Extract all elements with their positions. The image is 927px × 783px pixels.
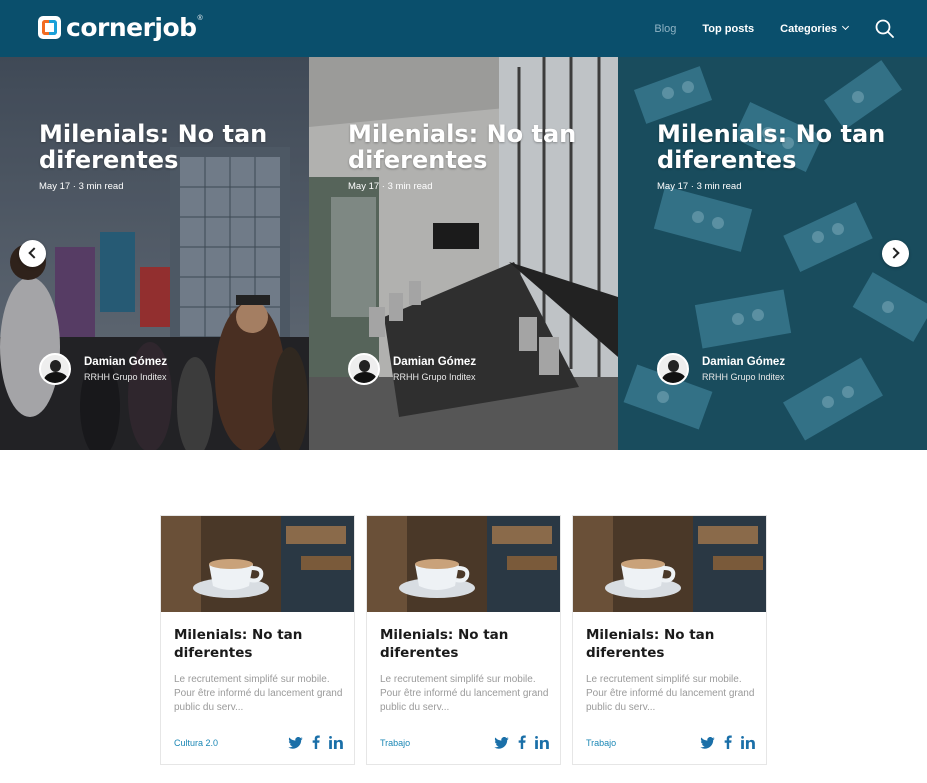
- post-card[interactable]: Milenials: No tan diferentes Le recrutem…: [160, 515, 355, 765]
- cornerjob-logo[interactable]: cornerjob ®: [38, 15, 203, 40]
- chevron-left-icon: [28, 247, 40, 259]
- nav-top-posts[interactable]: Top posts: [702, 23, 754, 35]
- card-excerpt: Le recrutement simplifé sur mobile. Pour…: [586, 674, 755, 713]
- card-category-link[interactable]: Trabajo: [380, 738, 410, 748]
- share-buttons: [691, 735, 755, 754]
- twitter-icon[interactable]: [288, 736, 303, 754]
- logo-trademark: ®: [197, 15, 203, 22]
- card-category-link[interactable]: Cultura 2.0: [174, 738, 218, 748]
- logo-icon: [38, 16, 61, 39]
- share-buttons: [485, 735, 549, 754]
- post-card[interactable]: Milenials: No tan diferentes Le recrutem…: [572, 515, 767, 765]
- twitter-icon[interactable]: [494, 736, 509, 754]
- slide-author: Damian Gómez RRHH Grupo Inditex: [39, 353, 167, 385]
- card-title[interactable]: Milenials: No tan diferentes: [174, 627, 344, 662]
- card-category-link[interactable]: Trabajo: [586, 738, 616, 748]
- carousel-next-button[interactable]: [882, 240, 909, 267]
- card-image-coffee: [573, 516, 766, 612]
- avatar: [657, 353, 689, 385]
- author-role: RRHH Grupo Inditex: [84, 372, 167, 382]
- nav-categories-label: Categories: [780, 22, 837, 35]
- slide-meta: May 17 · 3 min read: [657, 181, 742, 192]
- share-buttons: [279, 735, 343, 754]
- slide-title[interactable]: Milenials: No tan diferentes: [39, 121, 289, 173]
- card-image-coffee: [367, 516, 560, 612]
- slide-author: Damian Gómez RRHH Grupo Inditex: [348, 353, 476, 385]
- main-nav: Blog Top posts Categories: [654, 0, 927, 57]
- hero-slide[interactable]: Milenials: No tan diferentes May 17 · 3 …: [618, 57, 927, 450]
- hero-carousel: Milenials: No tan diferentes May 17 · 3 …: [0, 57, 927, 450]
- card-title[interactable]: Milenials: No tan diferentes: [380, 627, 550, 662]
- logo-text: cornerjob: [66, 13, 197, 42]
- card-image-coffee: [161, 516, 354, 612]
- post-card-grid: Milenials: No tan diferentes Le recrutem…: [160, 515, 767, 765]
- nav-categories[interactable]: Categories: [780, 22, 850, 35]
- avatar: [348, 353, 380, 385]
- author-name: Damian Gómez: [702, 356, 786, 368]
- card-title[interactable]: Milenials: No tan diferentes: [586, 627, 756, 662]
- hero-slide[interactable]: Milenials: No tan diferentes May 17 · 3 …: [309, 57, 618, 450]
- slide-title[interactable]: Milenials: No tan diferentes: [348, 121, 598, 173]
- facebook-icon[interactable]: [518, 735, 526, 754]
- author-role: RRHH Grupo Inditex: [393, 372, 476, 382]
- chevron-right-icon: [888, 247, 900, 259]
- carousel-prev-button[interactable]: [19, 240, 46, 267]
- hero-slide[interactable]: Milenials: No tan diferentes May 17 · 3 …: [0, 57, 309, 450]
- facebook-icon[interactable]: [312, 735, 320, 754]
- chevron-down-icon: [841, 22, 850, 30]
- slide-meta: May 17 · 3 min read: [39, 181, 124, 192]
- slide-author: Damian Gómez RRHH Grupo Inditex: [657, 353, 785, 385]
- post-card[interactable]: Milenials: No tan diferentes Le recrutem…: [366, 515, 561, 765]
- linkedin-icon[interactable]: [329, 735, 343, 754]
- linkedin-icon[interactable]: [535, 735, 549, 754]
- facebook-icon[interactable]: [724, 735, 732, 754]
- top-header: cornerjob ® Blog Top posts Categories: [0, 0, 927, 57]
- search-icon[interactable]: [874, 18, 896, 40]
- linkedin-icon[interactable]: [741, 735, 755, 754]
- author-role: RRHH Grupo Inditex: [702, 372, 785, 382]
- twitter-icon[interactable]: [700, 736, 715, 754]
- slide-title[interactable]: Milenials: No tan diferentes: [657, 121, 907, 173]
- card-excerpt: Le recrutement simplifé sur mobile. Pour…: [380, 674, 549, 713]
- nav-blog[interactable]: Blog: [654, 23, 676, 35]
- author-name: Damian Gómez: [393, 356, 477, 368]
- slide-meta: May 17 · 3 min read: [348, 181, 433, 192]
- card-excerpt: Le recrutement simplifé sur mobile. Pour…: [174, 674, 343, 713]
- author-name: Damian Gómez: [84, 356, 168, 368]
- avatar: [39, 353, 71, 385]
